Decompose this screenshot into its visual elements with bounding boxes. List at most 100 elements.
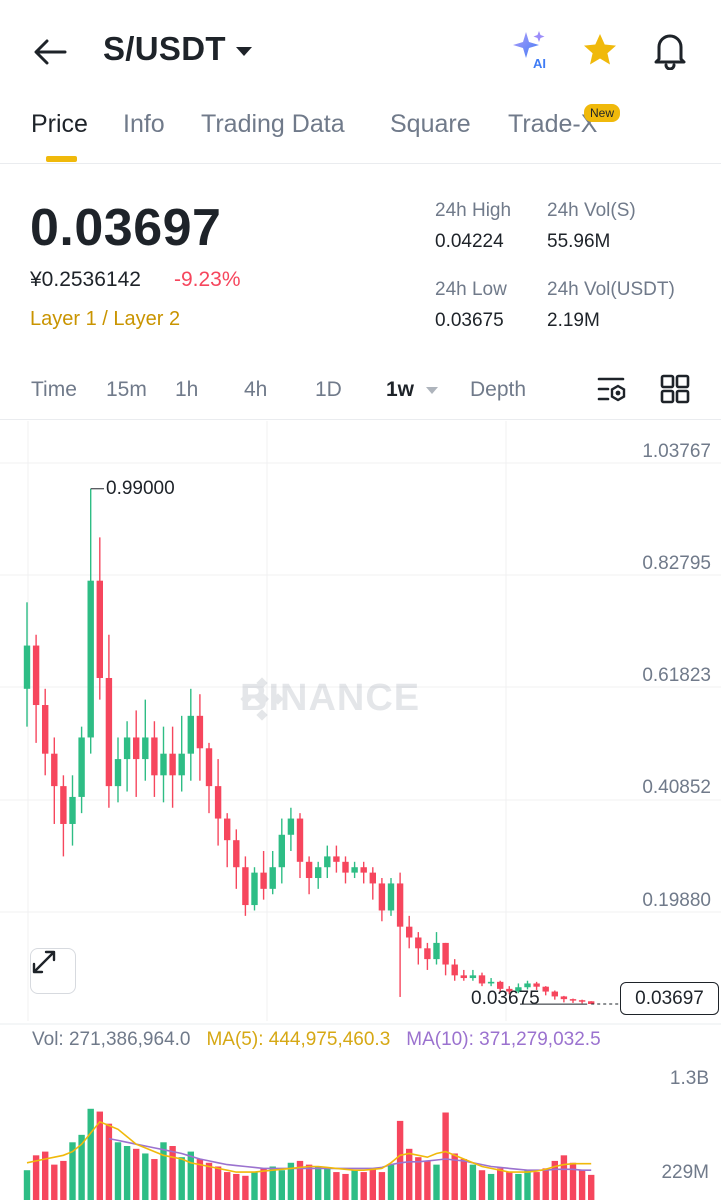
candle-body: [315, 867, 322, 879]
volume-axis-top: 1.3B: [669, 1068, 709, 1089]
pair-selector[interactable]: S/USDT: [103, 30, 252, 68]
volume-bar: [114, 1142, 122, 1200]
volume-bar: [578, 1170, 586, 1200]
volume-bar: [542, 1168, 549, 1200]
pair-name: S/USDT: [103, 30, 226, 67]
max-price-marker: 0.99000: [106, 478, 175, 499]
fullscreen-button[interactable]: [30, 948, 76, 994]
candle-body: [269, 867, 276, 889]
volume-bar: [378, 1172, 386, 1200]
volume-bar: [315, 1166, 322, 1200]
candle-body: [415, 937, 422, 949]
volume-bar: [342, 1173, 349, 1200]
interval-1d[interactable]: 1D: [315, 378, 342, 402]
interval-15m[interactable]: 15m: [106, 378, 147, 402]
tab-trading-data[interactable]: Trading Data: [201, 110, 345, 139]
ai-assistant-button[interactable]: AI: [508, 28, 552, 72]
volume-bar: [87, 1108, 94, 1200]
chevron-down-icon: [235, 46, 252, 56]
notification-bell-icon: [654, 34, 686, 70]
volume-bar: [224, 1172, 231, 1200]
volume-bar: [260, 1168, 267, 1200]
y-tick-label: 0.61823: [642, 665, 711, 686]
candle-body: [169, 753, 176, 776]
ai-badge-text: AI: [533, 56, 546, 71]
favorite-button[interactable]: [578, 28, 622, 72]
volume-bar: [278, 1170, 285, 1200]
last-price: 0.03697: [30, 199, 222, 257]
candle-body: [406, 926, 413, 938]
volume-bar: [214, 1166, 222, 1200]
volume-bar: [233, 1173, 240, 1200]
indicator-settings-button[interactable]: [596, 375, 630, 405]
candle-body: [133, 737, 140, 760]
volume-bar: [187, 1151, 194, 1200]
back-button[interactable]: [28, 30, 72, 74]
volume-bar: [205, 1162, 213, 1200]
volume-bar: [524, 1170, 531, 1200]
candle-body: [296, 818, 304, 862]
volume-bar: [360, 1172, 367, 1200]
volume-bar: [569, 1162, 577, 1200]
layout-grid-button[interactable]: [660, 374, 690, 404]
candle-body: [287, 818, 295, 835]
new-badge: New: [584, 104, 621, 122]
candle-body: [351, 867, 358, 873]
volume-bar: [469, 1164, 477, 1200]
y-tick-label: 1.03767: [642, 441, 711, 462]
volume-value: Vol: 271,386,964.0: [32, 1029, 191, 1050]
candle-body: [451, 964, 458, 976]
candle-body: [333, 856, 340, 862]
y-tick-label: 0.40852: [642, 777, 711, 798]
low-24h-label: 24h Low: [435, 279, 507, 300]
volume-bar: [424, 1160, 431, 1200]
candle-body: [578, 1000, 586, 1002]
volume-bar: [533, 1172, 540, 1200]
candle-body: [524, 983, 531, 988]
candle-body: [342, 861, 349, 873]
candle-body: [378, 883, 386, 911]
volume-bar: [560, 1155, 568, 1200]
volume-axis-bottom: 229M: [661, 1162, 709, 1183]
tab-price[interactable]: Price: [31, 110, 88, 139]
volume-bar: [506, 1172, 513, 1200]
candle-body: [469, 975, 477, 979]
volume-bar: [487, 1173, 495, 1200]
candle-body: [160, 753, 167, 776]
interval-4h[interactable]: 4h: [244, 378, 267, 402]
volume-bar: [406, 1148, 413, 1200]
volume-bar: [333, 1172, 340, 1200]
candle-body: [278, 834, 285, 868]
tab-info[interactable]: Info: [123, 110, 165, 139]
candle-body: [196, 715, 204, 749]
interval-1h[interactable]: 1h: [175, 378, 198, 402]
candle-body: [542, 986, 549, 992]
price-chart[interactable]: BINANCE 1.03767 0.82795 0.61823 0.40852 …: [0, 421, 721, 1200]
notification-button[interactable]: [648, 28, 692, 72]
volume-bar: [269, 1166, 276, 1200]
candle-body: [187, 715, 194, 754]
candle-body: [442, 942, 449, 965]
vol-s-24h-label: 24h Vol(S): [547, 200, 636, 221]
interval-time[interactable]: Time: [31, 378, 77, 402]
volume-bar: [23, 1170, 31, 1200]
candle-body: [205, 748, 213, 787]
volume-bar: [396, 1120, 404, 1200]
volume-bar: [324, 1168, 331, 1200]
low-24h-value: 0.03675: [435, 310, 504, 331]
candle-body: [551, 991, 558, 997]
candle-body: [214, 786, 222, 819]
volume-bar: [460, 1159, 467, 1200]
volume-bar: [497, 1168, 504, 1200]
volume-bar: [387, 1164, 395, 1200]
volume-bar: [105, 1123, 113, 1200]
interval-1w[interactable]: 1w: [386, 378, 414, 402]
candle-body: [51, 753, 58, 787]
tab-square[interactable]: Square: [390, 110, 471, 139]
volume-bar: [142, 1153, 149, 1200]
candle-body: [142, 737, 149, 760]
interval-depth[interactable]: Depth: [470, 378, 526, 402]
category-link[interactable]: Layer 1 / Layer 2: [30, 308, 180, 331]
indicator-settings-icon: [597, 377, 626, 402]
candle-body: [387, 883, 395, 911]
